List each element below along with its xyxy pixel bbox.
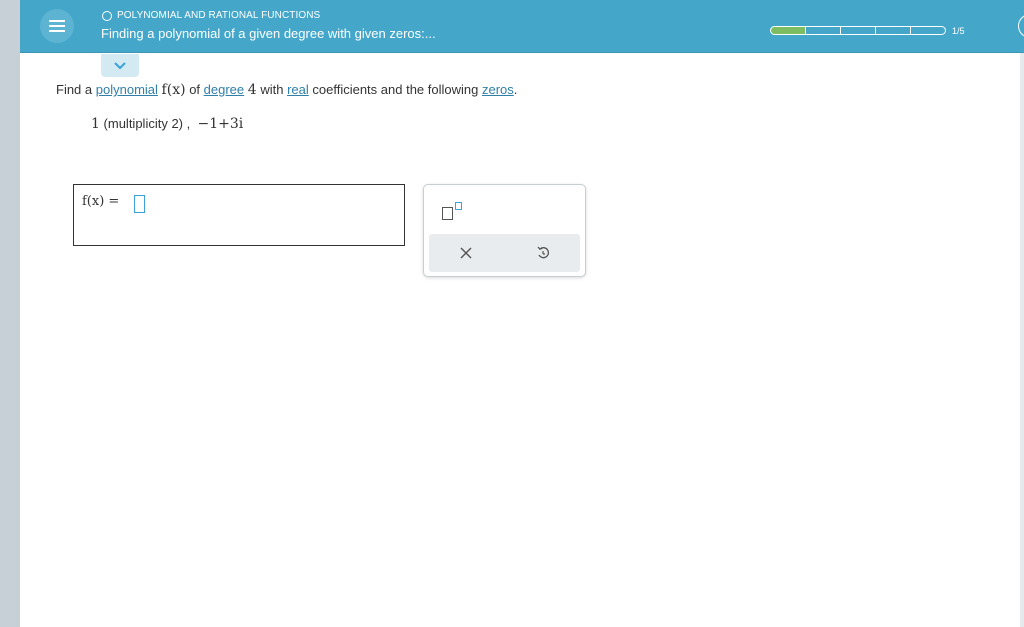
progress-segment	[910, 26, 946, 35]
question-end: .	[513, 82, 518, 97]
exponent-base-box	[442, 207, 453, 220]
clear-button[interactable]	[456, 243, 476, 263]
question-with: with	[260, 82, 284, 97]
right-edge-strip	[1020, 0, 1024, 627]
close-icon	[460, 247, 472, 259]
zero-first-multiplicity: (multiplicity 2)	[103, 116, 184, 131]
progress-count: 1/5	[952, 26, 965, 36]
question-of: of	[189, 82, 201, 97]
hamburger-icon	[49, 20, 65, 32]
page-title: Finding a polynomial of a given degree w…	[101, 26, 436, 41]
zero-second-value: −1+3i	[197, 116, 244, 132]
progress-segment	[840, 26, 876, 35]
progress-segment	[875, 26, 911, 35]
undo-icon	[537, 246, 549, 259]
function-notation: f(x)	[161, 82, 186, 98]
chevron-down-icon	[114, 61, 126, 69]
answer-label: f(x) =	[82, 194, 120, 209]
menu-button[interactable]	[40, 9, 74, 43]
answer-area[interactable]: f(x) =	[73, 184, 405, 246]
zero-separator: ,	[186, 116, 191, 131]
progress-segment	[770, 26, 806, 35]
account-circle-icon[interactable]	[1018, 14, 1024, 38]
question-prefix: Find a	[56, 82, 93, 97]
zero-first-value: 1	[91, 116, 100, 132]
question-text: Find a polynomial f(x) of degree 4 with …	[56, 82, 517, 98]
real-link[interactable]: real	[287, 82, 309, 97]
top-header: POLYNOMIAL AND RATIONAL FUNCTIONS Findin…	[20, 0, 1024, 53]
zeros-list: 1 (multiplicity 2) , −1+3i	[91, 116, 243, 132]
left-sidebar-strip	[0, 0, 20, 627]
topic-label: POLYNOMIAL AND RATIONAL FUNCTIONS	[117, 10, 321, 21]
polynomial-link[interactable]: polynomial	[96, 82, 158, 97]
palette-actions	[429, 234, 580, 272]
exponent-template-icon[interactable]	[440, 201, 466, 223]
degree-value: 4	[247, 82, 257, 98]
answer-input[interactable]	[134, 195, 145, 213]
collapse-toggle-button[interactable]	[101, 54, 139, 77]
zeros-link[interactable]: zeros	[482, 82, 514, 97]
degree-link[interactable]: degree	[204, 82, 244, 97]
circle-icon	[102, 10, 112, 21]
undo-button[interactable]	[533, 243, 553, 263]
question-middle: coefficients and the following	[312, 82, 479, 97]
progress-segment	[805, 26, 841, 35]
topic-row: POLYNOMIAL AND RATIONAL FUNCTIONS	[102, 10, 320, 21]
math-palette	[423, 184, 586, 277]
progress-bar	[770, 26, 946, 35]
exponent-power-box	[455, 202, 462, 210]
